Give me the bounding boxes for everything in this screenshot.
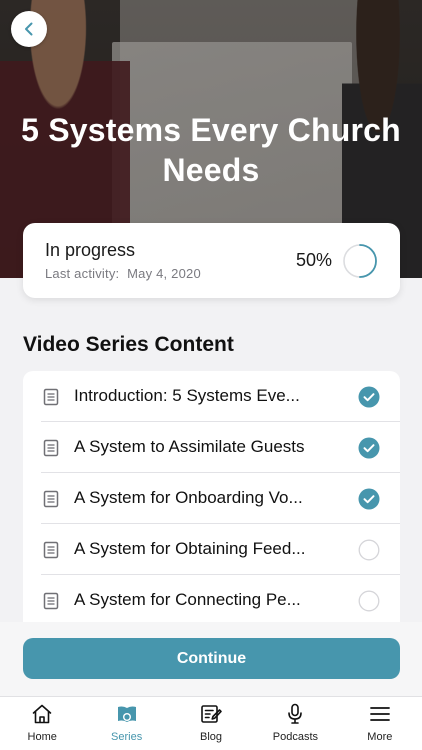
checkmark-circle-icon [358,386,380,408]
series-title: 5 Systems Every Church Needs [21,112,401,188]
last-activity-date: May 4, 2020 [127,266,201,281]
list-item[interactable]: A System for Obtaining Feed... [23,524,400,575]
list-item-label: A System to Assimilate Guests [74,437,305,456]
tab-label: Home [27,731,57,743]
progress-status: In progress [45,240,136,260]
tab-label: Podcasts [272,731,319,743]
list-item[interactable]: A System for Onboarding Vo... [23,473,400,524]
document-icon [43,490,59,508]
document-icon [43,439,59,457]
list-item-label: Introduction: 5 Systems Eve... [74,386,300,405]
microphone-icon [288,703,303,724]
last-activity: Last activity: May 4, 2020 [45,266,201,281]
list-item-label: A System for Connecting Pe... [74,590,301,609]
section-title: Video Series Content [23,333,234,356]
progress-percent: 50% [295,250,332,270]
tab-podcasts[interactable]: Podcasts [253,697,337,750]
tab-label: More [367,731,393,743]
tab-home[interactable]: Home [0,697,84,750]
tab-label: Series [111,731,143,743]
list-item[interactable]: A System to Assimilate Guests [23,422,400,473]
tab-bar: Home Series Blog Podcasts More [0,696,422,750]
list-item-label: A System for Onboarding Vo... [74,488,303,507]
empty-circle-icon [358,590,380,612]
empty-circle-icon [358,539,380,561]
tab-more[interactable]: More [338,697,422,750]
document-icon [43,541,59,559]
blog-icon [201,705,222,723]
back-button[interactable] [11,11,47,47]
checkmark-circle-icon [358,437,380,459]
document-icon [43,388,59,406]
list-item[interactable]: Introduction: 5 Systems Eve... [23,371,400,422]
continue-bar: Continue [0,622,422,696]
tab-series[interactable]: Series [84,697,168,750]
progress-ring-icon [343,244,377,278]
list-item-label: A System for Obtaining Feed... [74,539,306,558]
checkmark-circle-icon [358,488,380,510]
last-activity-label: Last activity: [45,266,120,281]
chevron-left-icon [25,22,33,36]
series-icon [117,706,136,722]
home-icon [32,704,52,724]
progress-card: In progress Last activity: May 4, 2020 5… [23,223,400,298]
list-item[interactable]: A System for Connecting Pe... [23,575,400,626]
tab-blog[interactable]: Blog [169,697,253,750]
continue-button[interactable]: Continue [23,638,400,679]
tab-label: Blog [200,731,223,743]
document-icon [43,592,59,610]
content-list: Introduction: 5 Systems Eve... A System t… [23,371,400,631]
menu-icon [369,707,390,721]
